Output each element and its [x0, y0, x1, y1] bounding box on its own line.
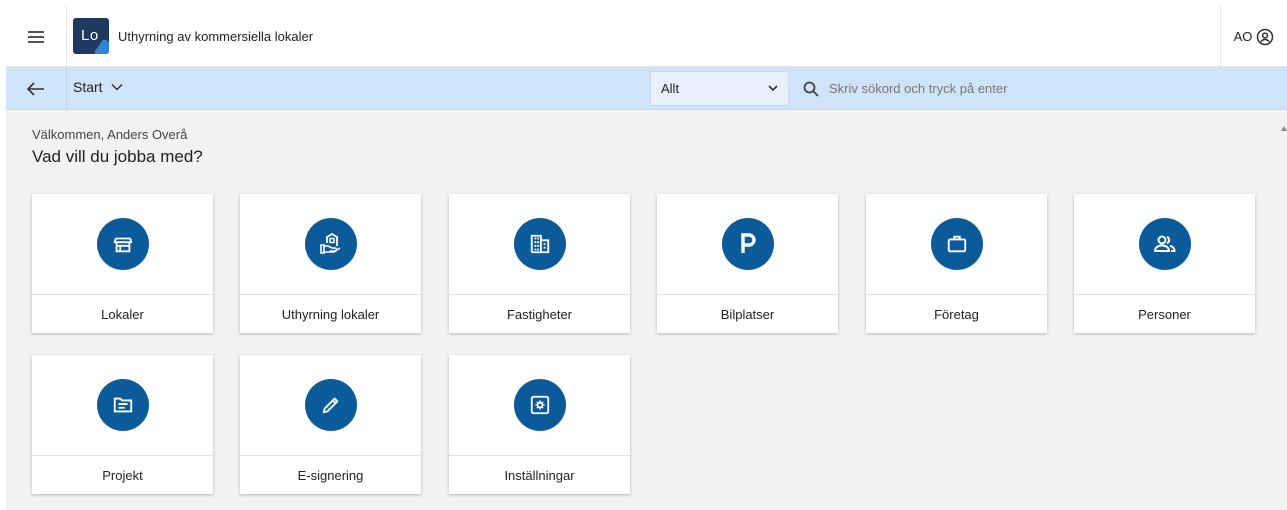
tile-fastigheter[interactable]: Fastigheter [449, 194, 630, 333]
start-nav-dropdown[interactable]: Start [73, 79, 123, 95]
tile-label: Företag [934, 306, 979, 322]
search-bar [803, 67, 1273, 110]
menu-button[interactable] [6, 6, 67, 67]
tile-icon-area [240, 194, 421, 295]
tile-icon-area [449, 194, 630, 295]
start-nav-label: Start [73, 79, 103, 95]
tile-label: E-signering [297, 467, 364, 483]
tile-icon-area [866, 194, 1047, 295]
tile-icon-area [32, 194, 213, 295]
tile-label: Fastigheter [506, 306, 573, 322]
page-title: Vad vill du jobba med? [32, 147, 203, 166]
app-logo[interactable]: Lo [73, 18, 109, 54]
rent-building-icon [304, 218, 357, 270]
tile-label: Personer [1138, 306, 1191, 322]
tile-installningar[interactable]: Inställningar [449, 355, 630, 494]
tile-icon-area [449, 355, 630, 456]
tile-label: Lokaler [101, 306, 144, 322]
tile-foretag[interactable]: Företag [866, 194, 1047, 333]
arrow-left-icon [27, 81, 44, 96]
account-circle-icon [1257, 28, 1274, 45]
chevron-down-icon [111, 83, 123, 91]
tile-icon-area [240, 355, 421, 456]
scope-select-value: Allt [661, 81, 680, 96]
back-button[interactable] [6, 67, 67, 110]
tile-projekt[interactable]: Projekt [32, 355, 213, 494]
search-scope-select[interactable]: Allt [650, 71, 789, 106]
welcome-text: Välkommen, Anders Overå [32, 127, 188, 142]
tile-icon-area [657, 194, 838, 295]
header-blank-area [1128, 14, 1220, 58]
scroll-up-arrow[interactable] [1281, 126, 1287, 131]
building-icon [513, 218, 566, 270]
people-icon [1138, 218, 1191, 270]
tile-icon-area [1074, 194, 1255, 295]
tile-icon-area [32, 355, 213, 456]
briefcase-icon [930, 218, 983, 270]
top-header: Lo Uthyrning av kommersiella lokaler AO [6, 6, 1287, 67]
settings-icon [513, 379, 566, 431]
search-input[interactable] [829, 81, 1229, 96]
user-initials: AO [1233, 29, 1253, 44]
tile-label: Inställningar [504, 467, 575, 483]
tile-bilplatser[interactable]: Bilplatser [657, 194, 838, 333]
hamburger-menu-icon [28, 30, 44, 43]
tile-e-signering[interactable]: E-signering [240, 355, 421, 494]
chevron-down-icon [768, 85, 778, 92]
tile-personer[interactable]: Personer [1074, 194, 1255, 333]
app-title: Uthyrning av kommersiella lokaler [118, 29, 314, 44]
search-icon [803, 81, 819, 97]
folder-icon [96, 379, 149, 431]
tile-uthyrning-lokaler[interactable]: Uthyrning lokaler [240, 194, 421, 333]
navigation-bar: Start Allt [6, 67, 1287, 110]
pen-icon [304, 379, 357, 431]
tile-label: Uthyrning lokaler [281, 306, 380, 322]
tile-lokaler[interactable]: Lokaler [32, 194, 213, 333]
app-root: Lo Uthyrning av kommersiella lokaler AO … [6, 6, 1287, 510]
user-menu-button[interactable]: AO [1220, 6, 1287, 67]
logo-text: Lo [81, 27, 99, 44]
parking-icon [721, 218, 774, 270]
storefront-icon [96, 218, 149, 270]
tile-label: Projekt [102, 467, 143, 483]
tile-label: Bilplatser [720, 306, 775, 322]
